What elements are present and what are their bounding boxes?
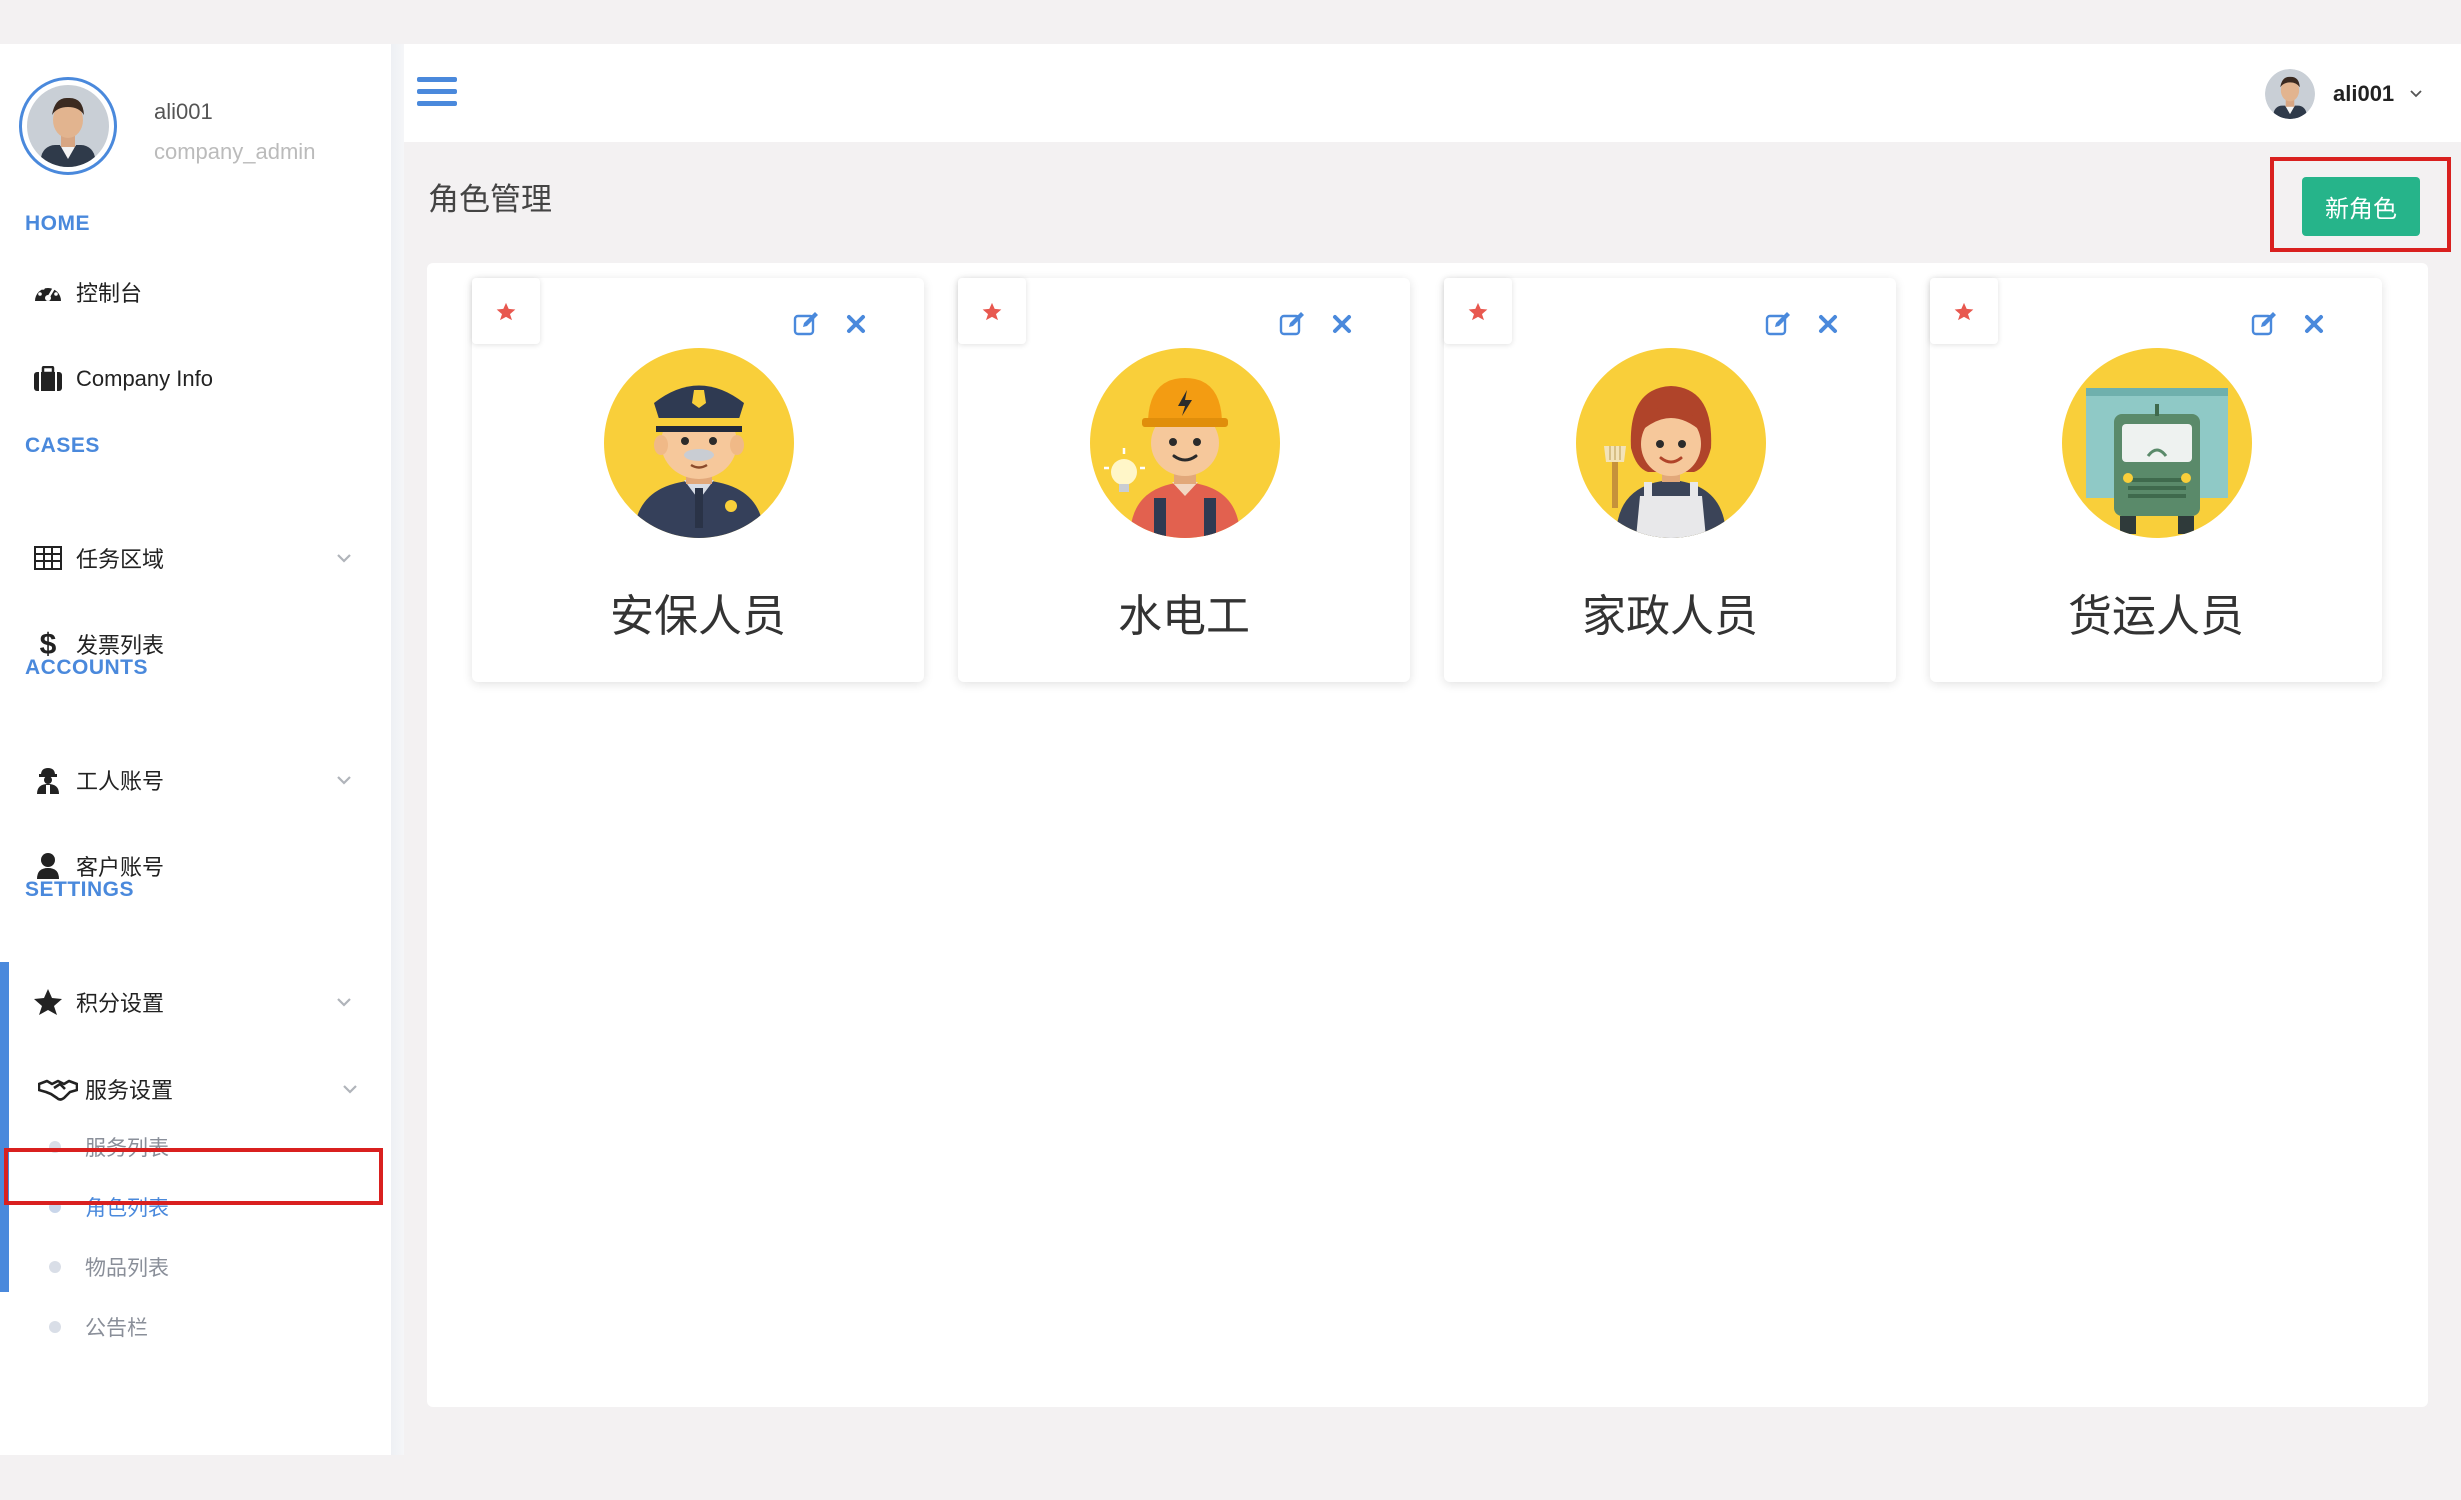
chevron-down-icon — [337, 998, 351, 1007]
page-title: 角色管理 — [428, 182, 552, 217]
worker-icon — [33, 765, 63, 795]
delete-icon[interactable] — [1816, 312, 1840, 336]
profile-name: ali001 — [154, 99, 213, 124]
sidebar-subitem-label: 物品列表 — [85, 1257, 169, 1280]
sidebar-item-dashboard[interactable]: 控制台 — [0, 262, 391, 322]
sidebar-item-worker-accounts[interactable]: 工人账号 — [0, 750, 391, 810]
sidebar-item-label: 任务区域 — [76, 547, 165, 572]
section-accounts: ACCOUNTS — [25, 656, 148, 679]
sidebar-item-label: 工人账号 — [76, 769, 165, 794]
topbar: ali001 — [404, 44, 2461, 142]
user-menu[interactable]: ali001 — [2265, 69, 2424, 119]
user-name: ali001 — [2333, 81, 2395, 106]
star-icon — [33, 987, 63, 1017]
favorite-star-icon[interactable] — [1444, 278, 1512, 344]
section-cases: CASES — [25, 434, 100, 457]
delete-icon[interactable] — [2302, 312, 2326, 336]
profile-role: company_admin — [154, 139, 316, 164]
profile-panel: ali001 company_admin — [0, 44, 391, 194]
sidebar-item-points-settings[interactable]: 积分设置 — [0, 972, 391, 1032]
edit-icon[interactable] — [2250, 310, 2278, 338]
sidebar: ali001 company_admin HOME 控制台 Company In… — [0, 44, 391, 1455]
sidebar-item-label: Company Info — [76, 366, 213, 391]
favorite-star-icon[interactable] — [958, 278, 1026, 344]
role-name: 家政人员 — [1582, 592, 1758, 641]
role-name: 安保人员 — [610, 592, 786, 641]
role-name: 水电工 — [1118, 592, 1250, 641]
edit-icon[interactable] — [1764, 310, 1792, 338]
sidebar-item-service-settings[interactable]: 服务设置 — [0, 1059, 391, 1119]
sidebar-shadow — [391, 44, 404, 1455]
dollar-icon: $ — [33, 629, 63, 659]
chevron-down-icon — [337, 554, 351, 563]
electrician-icon — [1090, 348, 1280, 538]
sidebar-item-label: 控制台 — [76, 281, 143, 306]
sidebar-subitem-item-list[interactable]: 物品列表 — [9, 1241, 391, 1293]
section-settings: SETTINGS — [25, 878, 135, 901]
bullet-dot — [49, 1321, 61, 1333]
dashboard-icon — [33, 277, 63, 307]
chevron-down-icon — [2410, 90, 2422, 98]
edit-icon[interactable] — [792, 310, 820, 338]
sidebar-item-label: 积分设置 — [76, 991, 165, 1016]
handshake-icon — [38, 1074, 78, 1104]
sidebar-subitem-bulletin[interactable]: 公告栏 — [9, 1301, 391, 1353]
svg-text:$: $ — [40, 629, 57, 659]
sidebar-subitem-label: 公告栏 — [85, 1317, 148, 1340]
delete-icon[interactable] — [1330, 312, 1354, 336]
active-section-indicator — [0, 962, 9, 1292]
housekeeper-icon — [1576, 348, 1766, 538]
chevron-down-icon — [337, 776, 351, 785]
new-role-button[interactable]: 新角色 — [2302, 177, 2420, 236]
avatar[interactable] — [19, 77, 117, 175]
favorite-star-icon[interactable] — [472, 278, 540, 344]
user-icon — [33, 851, 63, 881]
sidebar-item-company-info[interactable]: Company Info — [0, 349, 391, 409]
highlight-box — [4, 1148, 383, 1205]
chevron-down-icon — [343, 1085, 357, 1094]
sidebar-item-label: 服务设置 — [85, 1078, 174, 1103]
favorite-star-icon[interactable] — [1930, 278, 1998, 344]
role-card[interactable]: 水电工 — [958, 278, 1410, 682]
security-guard-icon — [604, 348, 794, 538]
edit-icon[interactable] — [1278, 310, 1306, 338]
sidebar-item-task-area[interactable]: 任务区域 — [0, 528, 391, 588]
menu-toggle-icon[interactable] — [417, 77, 457, 109]
delete-icon[interactable] — [844, 312, 868, 336]
role-name: 货运人员 — [2068, 592, 2244, 641]
role-card[interactable]: 安保人员 — [472, 278, 924, 682]
role-card[interactable]: 货运人员 — [1930, 278, 2382, 682]
avatar — [2265, 69, 2315, 119]
role-card[interactable]: 家政人员 — [1444, 278, 1896, 682]
delivery-truck-icon — [2062, 348, 2252, 538]
bullet-dot — [49, 1261, 61, 1273]
table-icon — [33, 543, 63, 573]
section-home: HOME — [25, 212, 90, 235]
briefcase-icon — [33, 364, 63, 394]
